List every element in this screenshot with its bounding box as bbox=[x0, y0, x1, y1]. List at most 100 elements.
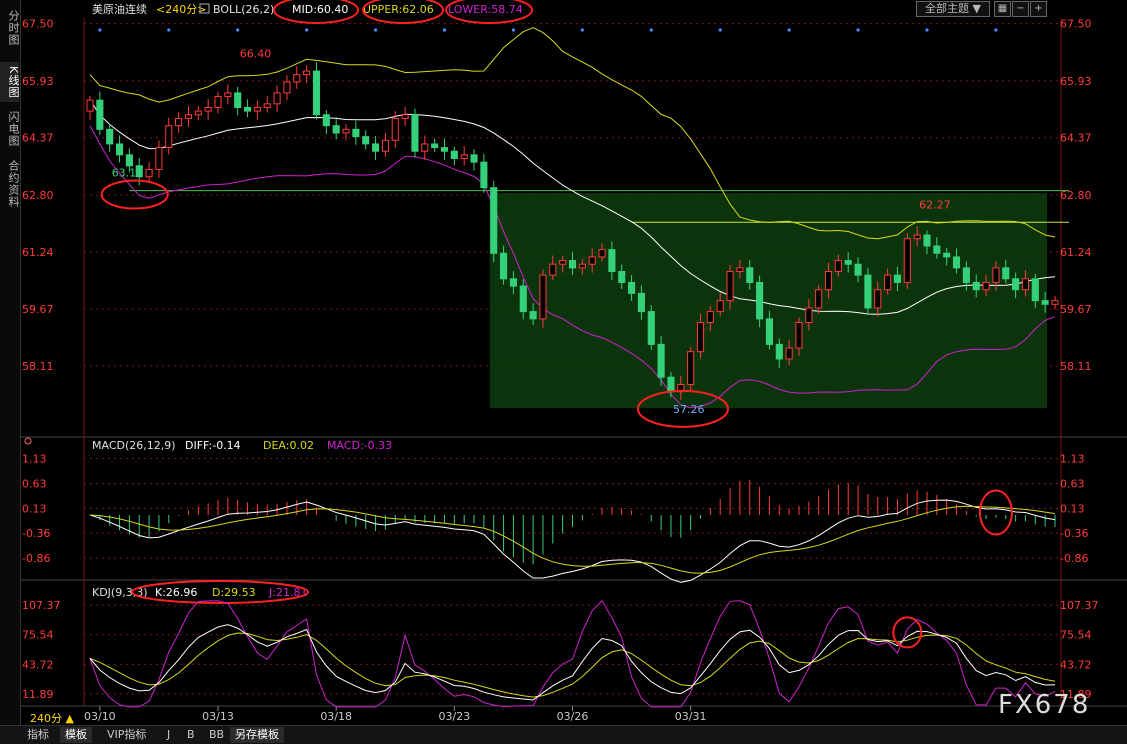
candle-body bbox=[470, 154, 478, 163]
tab-contract-info[interactable]: 合约资料 bbox=[0, 156, 20, 212]
candle-body bbox=[588, 256, 596, 265]
minus-icon[interactable]: − bbox=[1012, 1, 1029, 17]
tab-vip-indicators[interactable]: VIP指标 bbox=[102, 727, 151, 743]
marker-dot bbox=[994, 28, 998, 32]
macd-dif-line bbox=[89, 499, 1056, 583]
highlight-circle bbox=[892, 616, 923, 649]
price-y-tick-left: 64.37 bbox=[22, 132, 54, 145]
candle-body bbox=[224, 92, 232, 98]
tab-indicators[interactable]: 指标 bbox=[22, 727, 54, 743]
kdj-legend-item: K:26.96 bbox=[155, 586, 197, 599]
price-y-tick-right: 65.93 bbox=[1060, 75, 1092, 88]
candle-body bbox=[362, 136, 370, 145]
macd-y-tick-left: 1.13 bbox=[22, 453, 47, 466]
price-y-tick-right: 59.67 bbox=[1060, 303, 1092, 316]
candle-body bbox=[253, 106, 261, 112]
date-tick-label: 03/18 bbox=[320, 710, 352, 723]
kdj-y-tick-left: 75.54 bbox=[22, 629, 54, 642]
candle-body bbox=[923, 234, 931, 247]
candle-body bbox=[204, 106, 212, 112]
candle-body bbox=[509, 278, 517, 287]
tab-b[interactable]: B bbox=[182, 727, 200, 743]
candle-body bbox=[874, 289, 882, 309]
candle-body bbox=[913, 234, 921, 240]
theme-dropdown[interactable]: 全部主题 ▼ bbox=[916, 1, 990, 17]
candle-body bbox=[1012, 278, 1020, 291]
candle-body bbox=[155, 147, 163, 170]
candle-body bbox=[519, 285, 527, 313]
candle-body bbox=[342, 128, 350, 134]
kdj-d-line bbox=[89, 632, 1056, 698]
chart-title: 美原油连续 bbox=[92, 2, 147, 16]
candle-body bbox=[214, 96, 222, 108]
candle-body bbox=[726, 270, 734, 302]
price-y-tick-left: 59.67 bbox=[22, 303, 54, 316]
candle-body bbox=[893, 274, 902, 283]
candle-body bbox=[1051, 300, 1059, 305]
candle-body bbox=[96, 99, 104, 130]
macd-y-tick-right: -0.86 bbox=[1060, 552, 1088, 565]
left-tab-bar: 分时图 K线图 闪电图 合约资料 bbox=[0, 0, 21, 725]
tab-bb[interactable]: BB bbox=[204, 727, 229, 743]
candle-body bbox=[667, 376, 675, 393]
candle-body bbox=[608, 249, 616, 272]
price-y-tick-left: 61.24 bbox=[22, 246, 54, 259]
candle-body bbox=[401, 114, 409, 119]
candle-body bbox=[962, 267, 970, 283]
candle-body bbox=[421, 143, 429, 152]
candle-body bbox=[1021, 278, 1030, 291]
candle-body bbox=[539, 274, 547, 320]
kdj-y-tick-left: 11.89 bbox=[22, 688, 54, 701]
candle-body bbox=[952, 256, 961, 269]
watermark: FX678 bbox=[998, 690, 1091, 720]
candle-body bbox=[736, 267, 744, 272]
date-tick-label: 03/10 bbox=[84, 710, 116, 723]
macd-indicator-label: MACD(26,12,9) bbox=[92, 439, 176, 452]
candle-body bbox=[1031, 278, 1039, 302]
pane-marker-icon bbox=[24, 437, 32, 445]
chart-canvas: 67.50 67.5065.93 65.9364.37 64.3762.80 62.80… bbox=[20, 0, 1127, 723]
price-annotation: 66.40 bbox=[240, 48, 272, 61]
candle-body bbox=[618, 270, 626, 283]
date-tick-label: 03/13 bbox=[202, 710, 234, 723]
candle-body bbox=[992, 267, 1000, 283]
candle-body bbox=[943, 252, 951, 258]
tab-templates[interactable]: 模板 bbox=[60, 727, 92, 743]
price-y-tick-right: 64.37 bbox=[1060, 132, 1092, 145]
macd-y-tick-right: -0.36 bbox=[1060, 527, 1088, 540]
price-y-tick-right: 58.11 bbox=[1060, 360, 1092, 373]
candle-body bbox=[303, 70, 311, 76]
candle-body bbox=[746, 267, 754, 283]
candle-body bbox=[332, 125, 340, 134]
candle-body bbox=[765, 318, 773, 345]
date-tick-label: 03/23 bbox=[438, 710, 470, 723]
candle-body bbox=[500, 252, 508, 280]
marker-dot bbox=[925, 28, 929, 32]
tab-lightning-chart[interactable]: 闪电图 bbox=[0, 104, 20, 154]
candle-body bbox=[598, 249, 606, 258]
candle-body bbox=[549, 263, 557, 276]
candle-body bbox=[145, 168, 153, 178]
macd-y-tick-right: 0.63 bbox=[1060, 478, 1085, 491]
candle-body bbox=[234, 92, 242, 108]
candle-body bbox=[263, 103, 271, 108]
bottom-tab-bar: 指标 模板 VIP指标 J B BB 另存模板 bbox=[0, 725, 1127, 744]
period-label[interactable]: 240分 ▲ bbox=[30, 710, 74, 726]
tab-k-line-chart[interactable]: K线图 bbox=[0, 62, 20, 102]
candle-body bbox=[352, 128, 360, 138]
candle-body bbox=[637, 292, 645, 313]
candle-body bbox=[628, 281, 636, 294]
price-annotation: 62.27 bbox=[919, 198, 951, 211]
plus-icon[interactable]: + bbox=[1030, 1, 1047, 17]
candle-body bbox=[529, 311, 537, 320]
candle-body bbox=[756, 281, 764, 320]
price-y-tick-right: 67.50 bbox=[1060, 18, 1092, 31]
marker-dot bbox=[511, 28, 516, 32]
candle-body bbox=[175, 117, 183, 127]
tab-j[interactable]: J bbox=[162, 727, 175, 743]
grid-icon[interactable]: ▦ bbox=[994, 1, 1011, 17]
tab-save-template[interactable]: 另存模板 bbox=[230, 727, 284, 743]
macd-legend-item: DIFF:-0.14 bbox=[185, 439, 241, 452]
tab-time-chart[interactable]: 分时图 bbox=[0, 6, 20, 50]
candle-body bbox=[933, 245, 941, 254]
